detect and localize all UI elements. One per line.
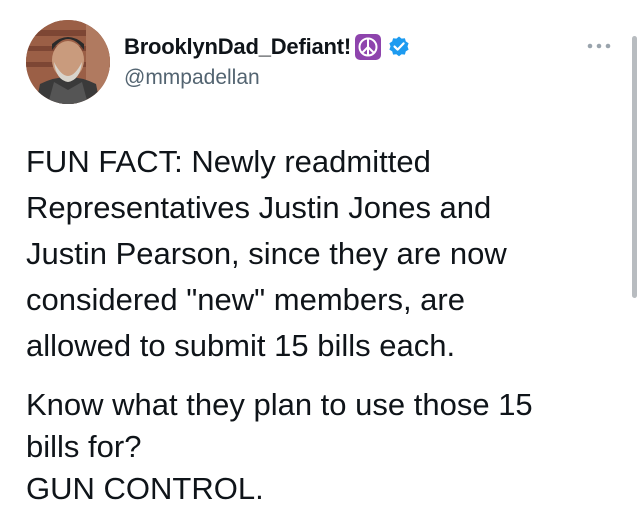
tweet-text-line: Justin Pearson, since they are now [26, 236, 507, 271]
tweet-card: BrooklynDad_Defiant! @mmpadellan FUN FAC… [0, 0, 640, 529]
author-display-name[interactable]: BrooklynDad_Defiant! [124, 34, 351, 60]
tweet-text-line: considered "new" members, are [26, 282, 465, 317]
tweet-text-line: allowed to submit 15 bills each. [26, 328, 456, 363]
more-horizontal-icon[interactable] [586, 42, 612, 50]
tweet-text-paragraph-2: Know what they plan to use those 15 bill… [26, 384, 616, 510]
author-handle[interactable]: @mmpadellan [124, 66, 260, 90]
avatar[interactable] [26, 20, 110, 104]
tweet-text-paragraph-1: FUN FACT: Newly readmitted Representativ… [26, 139, 616, 369]
tweet-text-line: Representatives Justin Jones and [26, 190, 492, 225]
peace-sign-icon [355, 34, 382, 60]
tweet-text-line: GUN CONTROL. [26, 471, 264, 506]
tweet-text-line: bills for? [26, 429, 142, 464]
author-name-row: BrooklynDad_Defiant! [124, 34, 411, 60]
tweet-text-line: FUN FACT: Newly readmitted [26, 144, 431, 179]
scrollbar[interactable] [632, 36, 637, 298]
avatar-photo [26, 20, 110, 104]
tweet-text-line: Know what they plan to use those 15 [26, 387, 533, 422]
verified-badge-icon [387, 35, 411, 59]
